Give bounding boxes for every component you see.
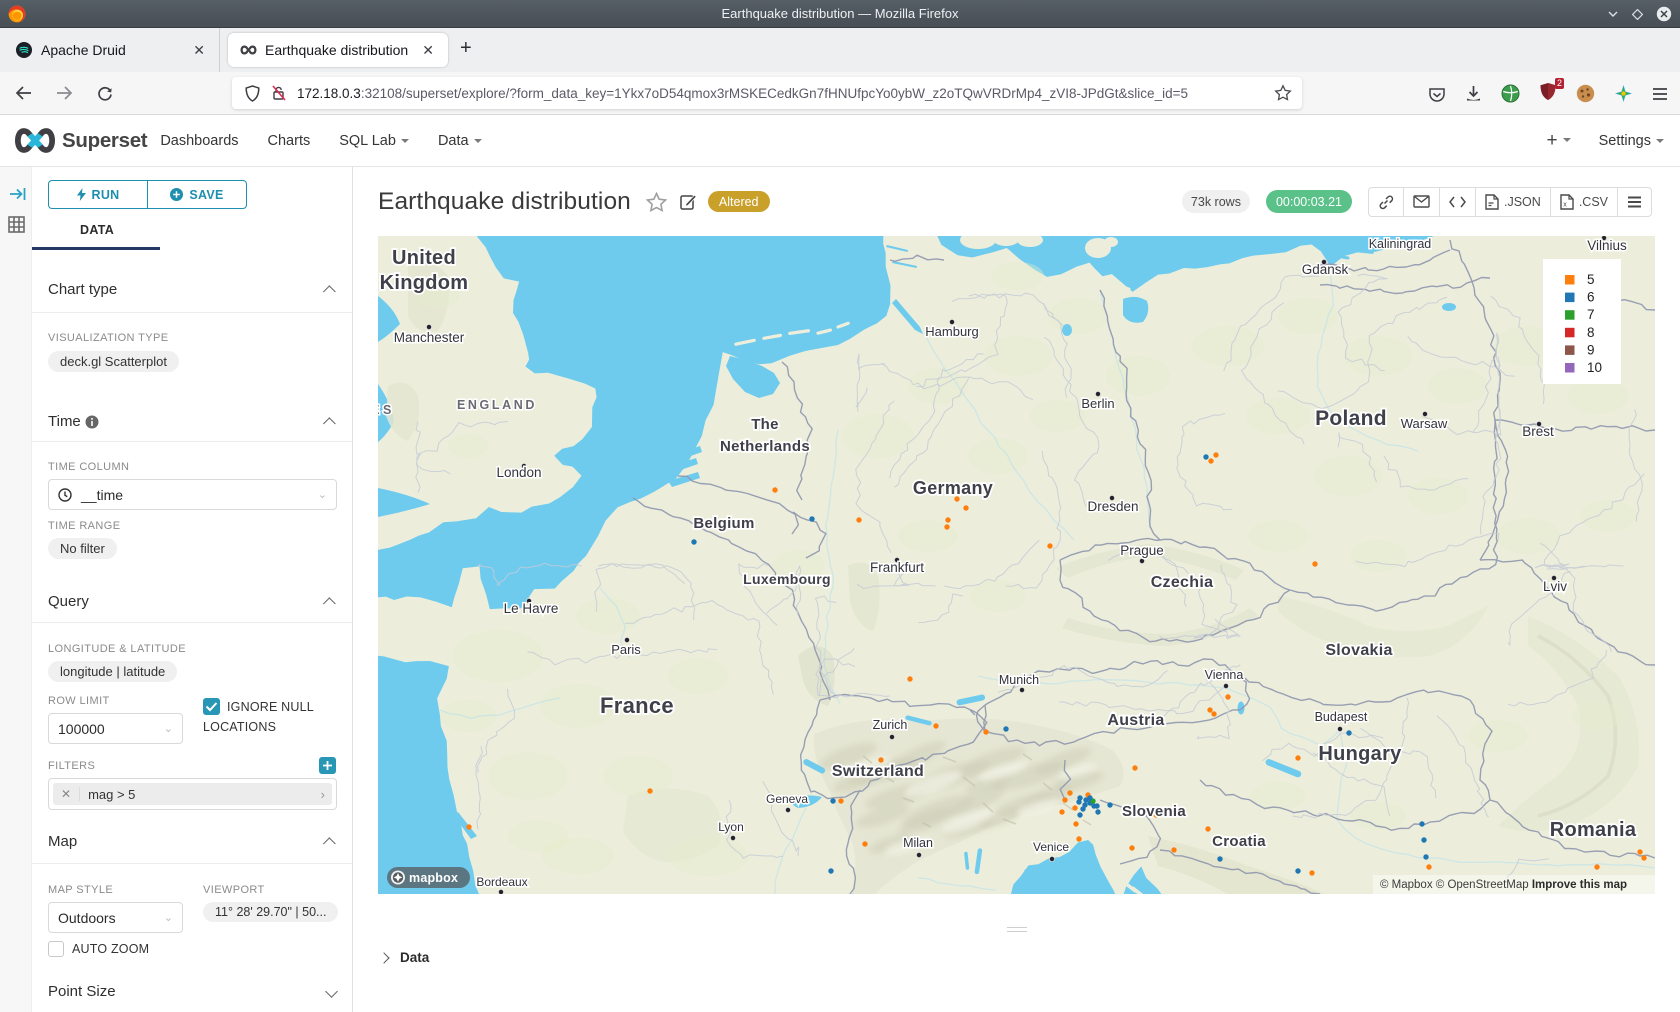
svg-text:Brest: Brest	[1522, 424, 1554, 439]
svg-text:Venice: Venice	[1033, 840, 1069, 854]
svg-text:© Mapbox © OpenStreetMap Impro: © Mapbox © OpenStreetMap Improve this ma…	[1380, 879, 1627, 891]
svg-text:Zurich: Zurich	[873, 718, 908, 732]
svg-text:Warsaw: Warsaw	[1401, 416, 1448, 431]
svg-text:Vienna: Vienna	[1205, 668, 1244, 682]
svg-text:London: London	[496, 465, 541, 480]
svg-text:Vilnius: Vilnius	[1587, 238, 1627, 253]
svg-text:Kaliningrad: Kaliningrad	[1369, 237, 1432, 251]
svg-text:Lyon: Lyon	[718, 820, 744, 834]
svg-text:Belgium: Belgium	[693, 515, 754, 532]
svg-text:5: 5	[1587, 272, 1595, 287]
svg-text:ENGLAND: ENGLAND	[457, 398, 537, 412]
svg-text:Geneva: Geneva	[766, 792, 808, 806]
svg-text:Czechia: Czechia	[1151, 574, 1214, 591]
svg-text:Austria: Austria	[1107, 712, 1164, 729]
svg-text:Romania: Romania	[1550, 819, 1637, 841]
svg-text:8: 8	[1587, 325, 1595, 340]
svg-text:10: 10	[1587, 360, 1602, 375]
svg-text:The: The	[751, 416, 779, 433]
svg-text:Germany: Germany	[913, 478, 993, 498]
svg-text:Hamburg: Hamburg	[925, 324, 978, 339]
svg-text:6: 6	[1587, 290, 1595, 305]
svg-text:France: France	[600, 693, 674, 718]
svg-text:Gdansk: Gdansk	[1302, 262, 1349, 277]
svg-text:Netherlands: Netherlands	[720, 438, 810, 455]
svg-text:Munich: Munich	[999, 673, 1039, 687]
svg-text:Berlin: Berlin	[1081, 396, 1114, 411]
svg-text:Kingdom: Kingdom	[380, 272, 469, 294]
svg-text:ES: ES	[378, 403, 395, 417]
svg-text:Prague: Prague	[1120, 543, 1164, 558]
svg-text:Milan: Milan	[903, 836, 933, 850]
svg-text:Luxembourg: Luxembourg	[743, 571, 831, 587]
svg-text:Paris: Paris	[611, 642, 641, 657]
svg-text:Slovakia: Slovakia	[1325, 642, 1392, 659]
svg-text:9: 9	[1587, 342, 1595, 357]
svg-text:Croatia: Croatia	[1212, 833, 1266, 850]
svg-text:Le Havre: Le Havre	[504, 601, 559, 616]
svg-text:Poland: Poland	[1315, 407, 1387, 430]
svg-text:Hungary: Hungary	[1318, 743, 1402, 765]
svg-text:Lviv: Lviv	[1543, 579, 1567, 594]
svg-text:x: x	[1563, 201, 1567, 208]
svg-text:7: 7	[1587, 307, 1595, 322]
svg-text:Bordeaux: Bordeaux	[476, 875, 527, 889]
svg-text:Slovenia: Slovenia	[1122, 803, 1186, 820]
svg-text:mapbox: mapbox	[409, 871, 458, 885]
svg-text:Manchester: Manchester	[394, 330, 465, 345]
svg-text:Budapest: Budapest	[1315, 710, 1368, 724]
svg-text:United: United	[392, 247, 456, 269]
svg-text:Switzerland: Switzerland	[832, 763, 924, 780]
svg-text:Dresden: Dresden	[1087, 499, 1138, 514]
svg-text:Frankfurt: Frankfurt	[870, 560, 924, 575]
